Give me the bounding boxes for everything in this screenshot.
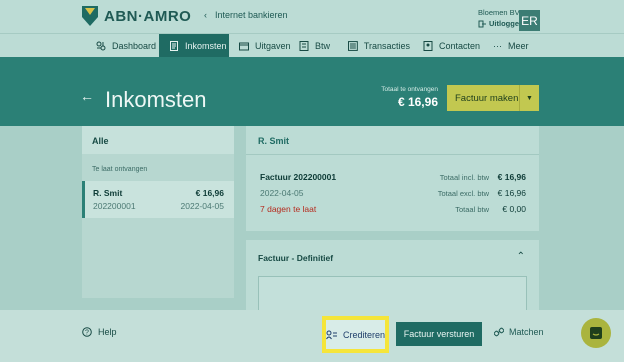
- action-footer: ? Help Crediteren Factuur versturen Matc…: [0, 310, 624, 362]
- overdue-status: 7 dagen te laat: [260, 204, 317, 214]
- nav-label: Inkomsten: [185, 41, 227, 51]
- account-info: Bloemen BV Uitloggen: [478, 7, 524, 29]
- list-item[interactable]: R. Smit € 16,96 202200001 2022-04-05: [82, 181, 234, 218]
- nav-item-btw[interactable]: Btw: [299, 34, 339, 58]
- chevron-up-icon[interactable]: ⌃: [517, 251, 525, 262]
- arrow-left-icon[interactable]: ←: [80, 88, 94, 104]
- total-incl-label: Totaal incl. btw: [439, 173, 489, 182]
- total-value: € 16,96: [397, 95, 438, 109]
- total-vat-value: € 0,00: [502, 204, 526, 214]
- logout-icon: [478, 20, 486, 27]
- nav-label: Contacten: [439, 41, 481, 51]
- top-bar: ABN·AMRO ‹ Internet bankieren Bloemen BV…: [0, 0, 624, 33]
- shield-logo-icon: [82, 6, 98, 26]
- help-link[interactable]: ? Help: [82, 327, 117, 337]
- create-invoice-label: Factuur maken: [455, 92, 519, 104]
- more-icon: ···: [493, 41, 502, 51]
- list-icon: [348, 41, 358, 51]
- total-incl-value: € 16,96: [497, 172, 526, 182]
- svg-text:?: ?: [85, 330, 89, 337]
- nav-label: Dashboard: [111, 41, 156, 51]
- user-avatar[interactable]: ER: [519, 10, 540, 31]
- nav-item-uitgaven[interactable]: Uitgaven: [239, 34, 291, 58]
- receipt-icon: [299, 41, 309, 51]
- total-excl-value: € 16,96: [497, 188, 526, 198]
- match-label: Matchen: [509, 327, 544, 337]
- invoice-list-panel: Alle Te laat ontvangen R. Smit € 16,96 2…: [82, 126, 234, 298]
- list-item-number: 202200001: [93, 201, 136, 211]
- credit-icon: [326, 330, 337, 339]
- customer-name: R. Smit: [246, 126, 539, 155]
- nav-item-transacties[interactable]: Transacties: [348, 34, 410, 58]
- dashboard-icon: [96, 41, 106, 51]
- chat-button[interactable]: [581, 318, 611, 348]
- help-label: Help: [98, 327, 117, 337]
- credit-label: Crediteren: [342, 329, 385, 340]
- internet-banking-link[interactable]: ‹ Internet bankieren: [204, 10, 288, 20]
- final-invoice-section: Factuur - Definitief ⌃: [246, 240, 539, 316]
- wallet-icon: [239, 42, 249, 51]
- nav-label: Transacties: [363, 41, 410, 51]
- create-invoice-button[interactable]: Factuur maken ▼: [447, 85, 539, 111]
- final-invoice-title: Factuur - Definitief: [258, 253, 334, 263]
- list-item-name: R. Smit: [93, 188, 123, 198]
- list-item-amount: € 16,96: [195, 188, 224, 198]
- list-section-title: Te laat ontvangen: [92, 166, 148, 173]
- chat-icon: [590, 327, 602, 339]
- nav-label: Meer: [508, 41, 529, 51]
- credit-button[interactable]: Crediteren: [322, 316, 389, 353]
- match-link[interactable]: Matchen: [494, 327, 544, 337]
- nav-label: Btw: [315, 41, 331, 51]
- list-filter-all[interactable]: Alle: [82, 126, 234, 154]
- nav-item-inkomsten[interactable]: Inkomsten: [159, 34, 229, 58]
- internet-banking-label: Internet bankieren: [215, 10, 288, 20]
- link-icon: [494, 327, 504, 337]
- nav-label: Uitgaven: [255, 41, 291, 51]
- list-item-date: 2022-04-05: [180, 201, 224, 211]
- brand-name: ABN·AMRO: [104, 7, 192, 25]
- invoice-date: 2022-04-05: [260, 188, 304, 198]
- chevron-down-icon[interactable]: ▼: [520, 95, 539, 102]
- total-excl-label: Totaal excl. btw: [437, 189, 489, 198]
- page-title: Inkomsten: [105, 87, 207, 112]
- document-icon: [170, 41, 178, 51]
- total-label: Totaal te ontvangen: [381, 86, 438, 93]
- invoice-title: Factuur 202200001: [260, 172, 337, 182]
- nav-item-meer[interactable]: ··· Meer: [493, 34, 533, 58]
- logout-link[interactable]: Uitloggen: [478, 18, 524, 29]
- contact-icon: [423, 41, 433, 51]
- invoice-detail-card: R. Smit Factuur 202200001 2022-04-05 7 d…: [246, 126, 539, 231]
- chevron-left-icon: ‹: [204, 10, 207, 20]
- account-name: Bloemen BV: [478, 8, 520, 17]
- send-invoice-button[interactable]: Factuur versturen: [396, 322, 482, 346]
- total-vat-label: Totaal btw: [455, 205, 489, 214]
- main-navigation: Dashboard Inkomsten Uitgaven Btw Transac…: [0, 33, 624, 58]
- help-icon: ?: [82, 327, 92, 337]
- brand-logo[interactable]: ABN·AMRO: [82, 6, 191, 26]
- nav-item-dashboard[interactable]: Dashboard: [96, 34, 156, 58]
- nav-item-contacten[interactable]: Contacten: [423, 34, 483, 58]
